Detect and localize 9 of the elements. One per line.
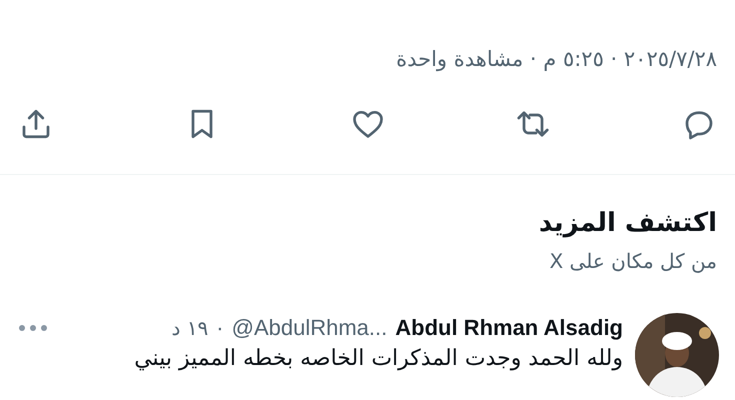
- author-handle[interactable]: @AbdulRhma...: [232, 313, 388, 343]
- post-text: ولله الحمد وجدت المذكرات الخاصه بخطه المميز بيني: [133, 345, 623, 373]
- post-time: ١٩ د: [172, 315, 208, 342]
- author-name[interactable]: Abdul Rhman Alsadig: [395, 313, 623, 343]
- post-meta: ٢٠٢٥/٧/٢٨ · ٥:٢٥ م · مشاهدة واحدة: [395, 46, 717, 74]
- separator-dot: ·: [216, 314, 224, 342]
- section-subtitle: من كل مكان على X: [548, 248, 717, 275]
- section-title: اكتشف المزيد: [538, 207, 717, 240]
- more-icon[interactable]: [18, 324, 48, 332]
